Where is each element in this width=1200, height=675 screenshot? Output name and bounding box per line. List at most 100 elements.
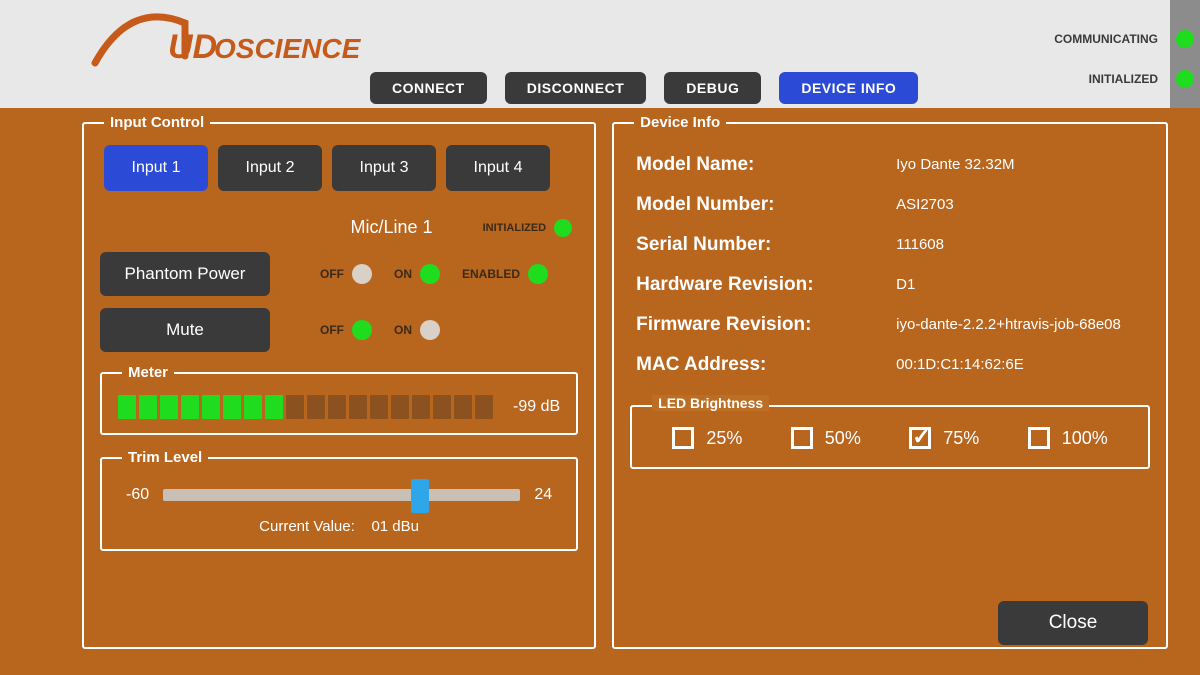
checkbox-icon [909,427,931,449]
led-brightness-group: LED Brightness 25%50%75%100% [630,405,1150,469]
mute-button[interactable]: Mute [100,308,270,352]
brightness-label: 75% [943,428,979,449]
trim-current-row: Current Value: 01 dBu [118,518,560,535]
meter-segment [244,395,262,419]
info-label: Hardware Revision: [636,274,896,296]
input-control-panel: Input Control Input 1 Input 2 Input 3 In… [82,114,596,649]
mute-on-dot [420,320,440,340]
tab-input-1[interactable]: Input 1 [104,145,208,191]
info-row: Model Number:ASI2703 [630,185,1150,225]
device-info-button[interactable]: DEVICE INFO [779,72,918,104]
brightness-option-50[interactable]: 50% [791,427,861,449]
meter-segment [202,395,220,419]
meter-segment [118,395,136,419]
info-row: Firmware Revision:iyo-dante-2.2.2+htravi… [630,305,1150,345]
svg-text:UD: UD [168,28,217,66]
meter-segment [349,395,367,419]
phantom-off-option[interactable]: OFF [320,264,372,284]
communicating-led [1176,30,1194,48]
info-label: Model Name: [636,154,896,176]
brightness-option-25[interactable]: 25% [672,427,742,449]
mute-row: Mute OFF ON [100,308,578,352]
input-control-legend: Input Control [104,114,210,131]
meter-segment [286,395,304,419]
checkbox-icon [672,427,694,449]
info-label: Model Number: [636,194,896,216]
initialized-led [1176,70,1194,88]
info-row: Serial Number:111608 [630,225,1150,265]
device-info-table: Model Name:Iyo Dante 32.32MModel Number:… [630,145,1150,385]
meter-segment [433,395,451,419]
meter-segment [475,395,493,419]
info-label: MAC Address: [636,354,896,376]
led-brightness-options: 25% 50% 75% 100% [648,427,1132,449]
toolbar: CONNECT DISCONNECT DEBUG DEVICE INFO [370,72,918,104]
phantom-power-button[interactable]: Phantom Power [100,252,270,296]
brightness-option-100[interactable]: 100% [1028,427,1108,449]
meter-segment [328,395,346,419]
channel-initialized-led [554,219,572,237]
phantom-enabled-status: ENABLED [462,264,548,284]
close-button[interactable]: Close [998,601,1148,645]
tab-input-3[interactable]: Input 3 [332,145,436,191]
device-info-legend: Device Info [634,114,726,131]
channel-initialized-status: INITIALIZED [483,219,573,237]
mute-off-option[interactable]: OFF [320,320,372,340]
initialized-label: INITIALIZED [1089,72,1158,86]
mute-off-dot [352,320,372,340]
meter-segment [391,395,409,419]
phantom-on-dot [420,264,440,284]
tab-input-4[interactable]: Input 4 [446,145,550,191]
info-row: Model Name:Iyo Dante 32.32M [630,145,1150,185]
brightness-option-75[interactable]: 75% [909,427,979,449]
phantom-row: Phantom Power OFF ON ENABLED [100,252,578,296]
info-row: Hardware Revision:D1 [630,265,1150,305]
connect-button[interactable]: CONNECT [370,72,487,104]
meter-segment [160,395,178,419]
trim-max-label: 24 [534,486,552,504]
info-value: ASI2703 [896,194,954,216]
info-label: Firmware Revision: [636,314,896,336]
communicating-label: COMMUNICATING [1054,32,1158,46]
info-value: 111608 [896,234,944,256]
phantom-off-dot [352,264,372,284]
info-value: 00:1D:C1:14:62:6E [896,354,1024,376]
info-value: D1 [896,274,915,296]
meter-segment [307,395,325,419]
meter-bar [118,395,493,419]
tab-input-2[interactable]: Input 2 [218,145,322,191]
brightness-label: 50% [825,428,861,449]
meter-segment [265,395,283,419]
info-value: Iyo Dante 32.32M [896,154,1014,176]
brightness-label: 100% [1062,428,1108,449]
meter-segment [139,395,157,419]
trim-slider-thumb[interactable] [411,479,429,513]
info-label: Serial Number: [636,234,896,256]
svg-text:OSCIENCE: OSCIENCE [214,33,362,64]
meter-segment [454,395,472,419]
meter-segment [223,395,241,419]
meter-segment [412,395,430,419]
trim-legend: Trim Level [122,449,208,466]
disconnect-button[interactable]: DISCONNECT [505,72,647,104]
checkbox-icon [791,427,813,449]
brightness-label: 25% [706,428,742,449]
meter-segment [370,395,388,419]
status-sidebar [1170,0,1200,108]
trim-slider[interactable] [163,489,520,501]
body-area: Input Control Input 1 Input 2 Input 3 In… [0,108,1200,675]
trim-current-value: 01 dBu [371,518,419,535]
channel-label: Mic/Line 1 [351,217,433,238]
device-info-panel: Device Info Model Name:Iyo Dante 32.32MM… [612,114,1168,649]
info-value: iyo-dante-2.2.2+htravis-job-68e08 [896,314,1121,336]
mute-on-option[interactable]: ON [394,320,440,340]
phantom-on-option[interactable]: ON [394,264,440,284]
status-column: COMMUNICATING INITIALIZED [955,0,1200,108]
app-window: UD OSCIENCE CONNECT DISCONNECT DEBUG DEV… [0,0,1200,675]
led-brightness-legend: LED Brightness [652,395,769,411]
trim-min-label: -60 [126,486,149,504]
info-row: MAC Address:00:1D:C1:14:62:6E [630,345,1150,385]
debug-button[interactable]: DEBUG [664,72,761,104]
meter-value: -99 dB [513,398,560,416]
input-tabs: Input 1 Input 2 Input 3 Input 4 [100,145,578,209]
